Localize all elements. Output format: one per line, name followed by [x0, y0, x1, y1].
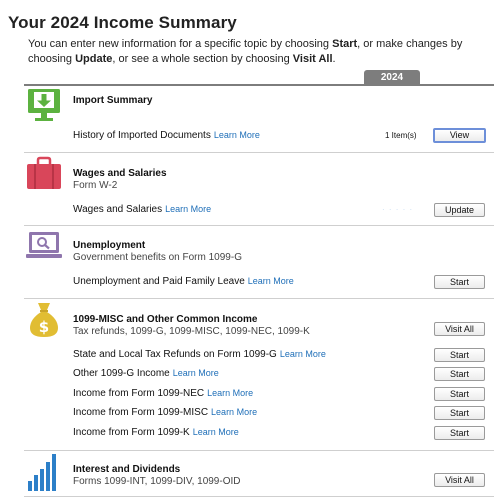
- view-button[interactable]: View: [433, 128, 486, 143]
- learn-more-link[interactable]: Learn More: [214, 130, 260, 140]
- start-button[interactable]: Start: [434, 406, 485, 420]
- money-bag-icon: $: [30, 303, 58, 337]
- row-label-text: History of Imported Documents: [73, 130, 211, 141]
- row-other-1099-g-income: Other 1099-G Income Learn More: [73, 368, 219, 379]
- learn-more-link[interactable]: Learn More: [173, 368, 219, 378]
- section-title: Unemployment: [73, 240, 146, 251]
- learn-more-link[interactable]: Learn More: [280, 349, 326, 359]
- section-subtitle: Government benefits on Form 1099-G: [73, 252, 242, 263]
- faded-amount: · · · · ·: [382, 205, 414, 214]
- page-title: Your 2024 Income Summary: [8, 13, 237, 32]
- intro-visit-all-term: Visit All: [292, 53, 333, 65]
- section-title: Wages and Salaries: [73, 168, 167, 179]
- start-button[interactable]: Start: [434, 367, 485, 381]
- update-button[interactable]: Update: [434, 203, 485, 217]
- intro-start-term: Start: [332, 38, 358, 50]
- divider: [24, 298, 494, 299]
- row-state-local-tax-refunds: State and Local Tax Refunds on Form 1099…: [73, 349, 326, 360]
- year-tab: 2024: [364, 70, 420, 85]
- row-label-text: Income from Form 1099-NEC: [73, 388, 205, 399]
- row-wages-and-salaries: Wages and Salaries Learn More: [73, 204, 211, 215]
- row-label-text: Wages and Salaries: [73, 204, 163, 215]
- start-button[interactable]: Start: [434, 387, 485, 401]
- row-label-text: State and Local Tax Refunds on Form 1099…: [73, 349, 277, 360]
- intro-update-term: Update: [75, 53, 113, 65]
- row-income-1099-nec: Income from Form 1099-NEC Learn More: [73, 388, 253, 399]
- row-income-1099-misc: Income from Form 1099-MISC Learn More: [73, 407, 257, 418]
- row-label-text: Income from Form 1099-MISC: [73, 407, 209, 418]
- learn-more-link[interactable]: Learn More: [193, 427, 239, 437]
- download-monitor-icon: [28, 89, 60, 121]
- intro-text: You can enter new information for a spec…: [28, 37, 488, 67]
- intro-part-3: , or see a whole section by choosing: [112, 53, 293, 65]
- learn-more-link[interactable]: Learn More: [165, 204, 211, 214]
- start-button[interactable]: Start: [434, 275, 485, 289]
- intro-part-1: You can enter new information for a spec…: [28, 38, 333, 50]
- row-unemployment-paid-family-leave: Unemployment and Paid Family Leave Learn …: [73, 276, 294, 287]
- row-income-1099-k: Income from Form 1099-K Learn More: [73, 427, 239, 438]
- divider: [24, 496, 494, 497]
- learn-more-link[interactable]: Learn More: [207, 388, 253, 398]
- section-title: 1099-MISC and Other Common Income: [73, 314, 258, 325]
- row-label-text: Other 1099-G Income: [73, 368, 170, 379]
- items-count: 1 Item(s): [385, 131, 417, 140]
- section-subtitle: Tax refunds, 1099-G, 1099-MISC, 1099-NEC…: [73, 326, 310, 337]
- section-subtitle: Forms 1099-INT, 1099-DIV, 1099-OID: [73, 476, 241, 487]
- row-label-text: Income from Form 1099-K: [73, 427, 190, 438]
- row-history-imported-documents: History of Imported Documents Learn More: [73, 130, 260, 141]
- divider: [24, 450, 494, 451]
- learn-more-link[interactable]: Learn More: [211, 407, 257, 417]
- visit-all-button[interactable]: Visit All: [434, 473, 485, 487]
- divider: [24, 225, 494, 226]
- bar-chart-icon: [28, 454, 56, 491]
- divider: [24, 152, 494, 153]
- year-bar: [24, 84, 494, 86]
- start-button[interactable]: Start: [434, 348, 485, 362]
- section-subtitle: Form W-2: [73, 180, 118, 191]
- svg-text:$: $: [39, 318, 49, 336]
- section-title: Interest and Dividends: [73, 464, 181, 475]
- intro-part-4: .: [332, 53, 336, 65]
- laptop-search-icon: [26, 232, 62, 258]
- visit-all-button[interactable]: Visit All: [434, 322, 485, 336]
- learn-more-link[interactable]: Learn More: [248, 276, 294, 286]
- row-label-text: Unemployment and Paid Family Leave: [73, 276, 245, 287]
- section-title: Import Summary: [73, 95, 153, 106]
- start-button[interactable]: Start: [434, 426, 485, 440]
- briefcase-icon: [27, 156, 61, 189]
